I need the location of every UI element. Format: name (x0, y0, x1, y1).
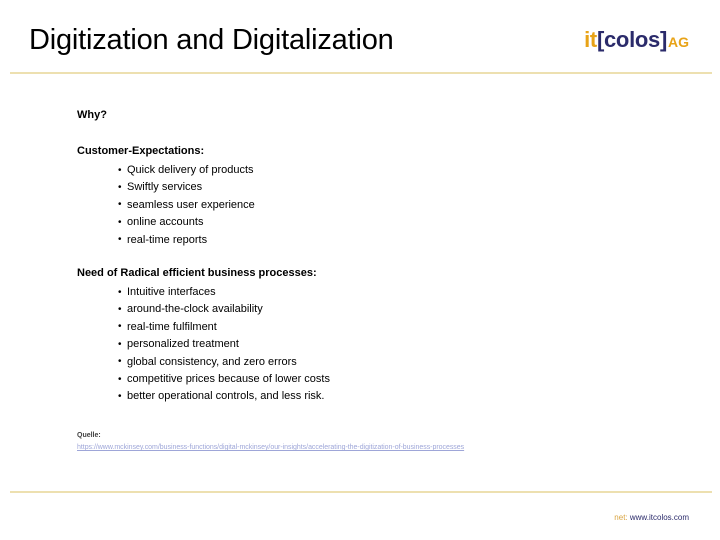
list-item: real-time reports (77, 231, 637, 249)
footer-website: net: www.itcolos.com (614, 512, 689, 523)
list-item: global consistency, and zero errors (77, 353, 637, 371)
list-item: Quick delivery of products (77, 161, 637, 179)
footer-site-text: www.itcolos.com (629, 513, 689, 522)
page-title: Digitization and Digitalization (29, 24, 394, 56)
list-item: Swiftly services (77, 179, 637, 197)
source-citation: Quelle: https://www.mckinsey.com/busines… (77, 431, 677, 453)
section-heading-business-processes: Need of Radical efficient business proce… (77, 267, 317, 280)
logo-colos-text: colos (604, 27, 660, 52)
bullet-list-business-processes: Intuitive interfaces around-the-clock av… (77, 284, 637, 406)
section-heading-customer-expectations: Customer-Expectations: (77, 145, 205, 157)
slide-content: Why? Customer-Expectations: Quick delive… (77, 109, 637, 406)
list-item: better operational controls, and less ri… (77, 388, 637, 406)
list-item: seamless user experience (77, 196, 637, 214)
list-item: around-the-clock availability (77, 301, 637, 319)
footer-net-label: net: (614, 513, 628, 522)
logo-bracket-open: [ (596, 27, 604, 52)
logo-it-text: it (584, 27, 597, 52)
footer-divider (10, 491, 712, 493)
bullet-list-customer-expectations: Quick delivery of products Swiftly servi… (77, 161, 637, 249)
presentation-slide: Digitization and Digitalization it[colos… (0, 0, 720, 540)
list-item: Intuitive interfaces (77, 284, 637, 302)
intro-heading: Why? (77, 109, 107, 121)
company-logo: it[colos]AG (584, 27, 689, 55)
list-item: personalized treatment (77, 336, 637, 354)
list-item: competitive prices because of lower cost… (77, 371, 637, 389)
source-label: Quelle: (77, 432, 101, 439)
header-divider (10, 72, 712, 74)
logo-ag-text: AG (668, 34, 689, 50)
source-url-link[interactable]: https://www.mckinsey.com/business-functi… (77, 443, 677, 453)
logo-bracket-close: ] (659, 27, 667, 52)
list-item: real-time fulfilment (77, 318, 637, 336)
list-item: online accounts (77, 214, 637, 232)
